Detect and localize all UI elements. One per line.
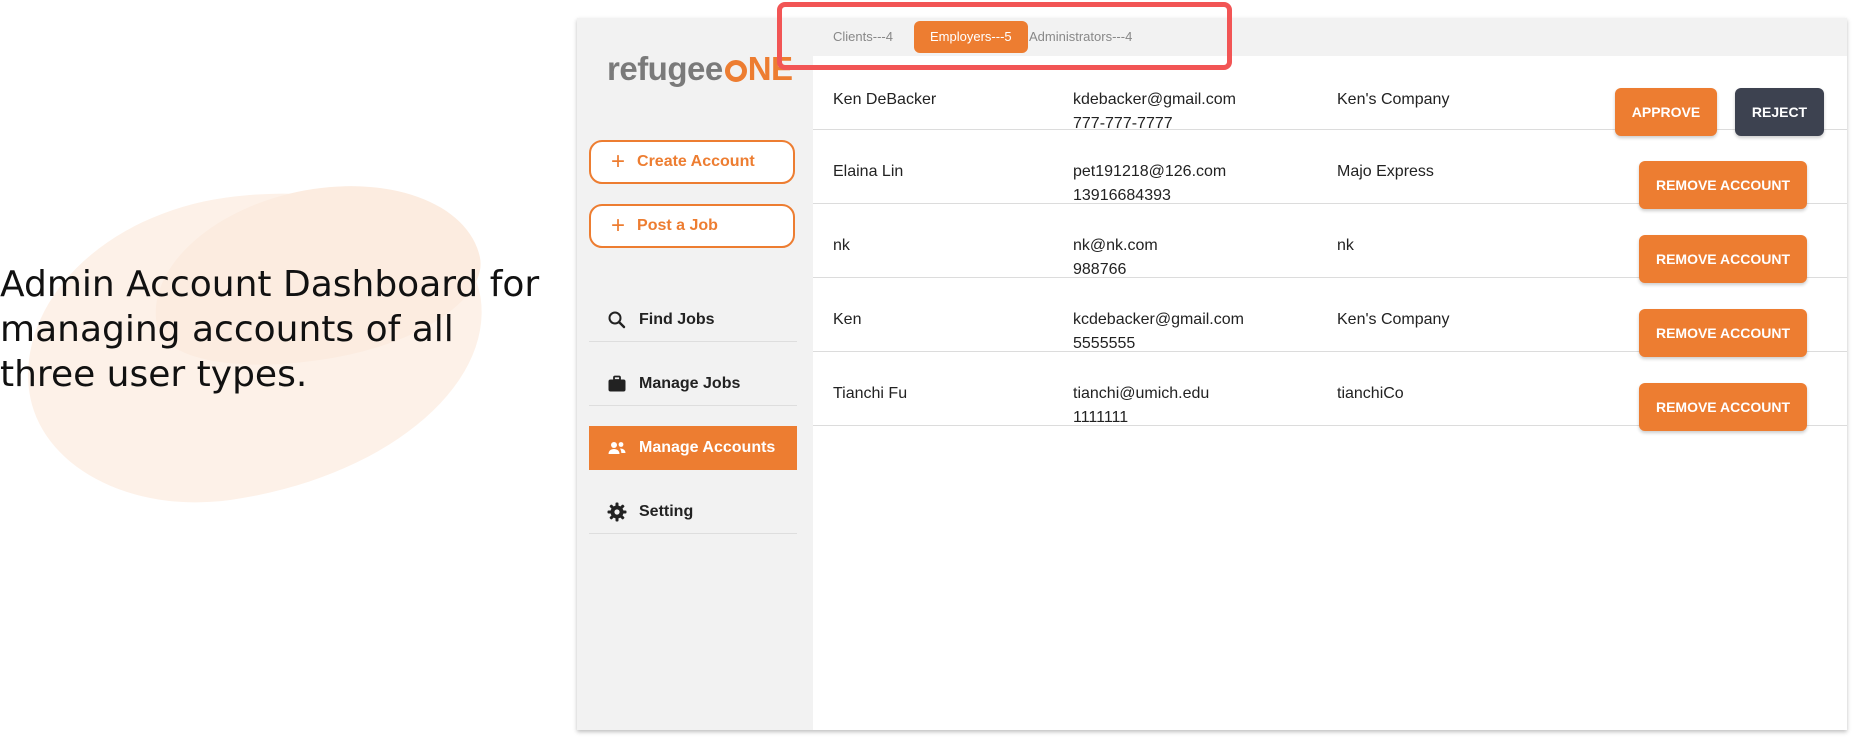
plus-icon: + xyxy=(611,212,626,239)
account-name: Elaina Lin xyxy=(833,163,904,180)
sidebar-item-manage-jobs[interactable]: Manage Jobs xyxy=(589,362,797,406)
main-content: Clients---4 Employers---5 Administrators… xyxy=(813,18,1847,730)
search-icon xyxy=(608,311,626,328)
users-icon xyxy=(608,442,626,454)
app-window: refugee NE + Create Account + Post a Job … xyxy=(577,18,1847,730)
account-company: Ken's Company xyxy=(1337,91,1450,108)
logo-accent-text: NE xyxy=(747,50,793,87)
table-row: Ken kcdebacker@gmail.com 5555555 Ken's C… xyxy=(813,278,1847,357)
slide-caption: Admin Account Dashboard for managing acc… xyxy=(0,264,540,395)
remove-account-button[interactable]: REMOVE ACCOUNT xyxy=(1639,309,1807,357)
sidebar-item-setting[interactable]: Setting xyxy=(589,490,797,534)
account-name: Tianchi Fu xyxy=(833,385,908,402)
remove-account-button[interactable]: REMOVE ACCOUNT xyxy=(1639,235,1807,283)
create-account-button[interactable]: + Create Account xyxy=(589,140,795,184)
tab-employers[interactable]: Employers---5 xyxy=(914,21,1028,53)
account-email: kdebacker@gmail.com xyxy=(1073,91,1236,108)
logo-text: refugee xyxy=(607,50,723,87)
tab-administrators[interactable]: Administrators---4 xyxy=(1013,21,1148,53)
account-name: nk xyxy=(833,237,850,254)
remove-account-button[interactable]: REMOVE ACCOUNT xyxy=(1639,383,1807,431)
account-phone: 1111111 xyxy=(1073,409,1129,426)
plus-icon: + xyxy=(611,148,626,175)
table-row: Tianchi Fu tianchi@umich.edu 1111111 tia… xyxy=(813,352,1847,431)
tab-clients[interactable]: Clients---4 xyxy=(817,21,909,53)
sidebar-item-label: Manage Jobs xyxy=(639,374,741,392)
account-company: nk xyxy=(1337,237,1354,254)
briefcase-icon xyxy=(608,375,626,391)
account-email: pet191218@126.com xyxy=(1073,163,1227,180)
reject-button[interactable]: REJECT xyxy=(1735,88,1824,136)
account-email: tianchi@umich.edu xyxy=(1073,385,1210,402)
approve-button[interactable]: APPROVE xyxy=(1615,88,1717,136)
remove-account-button[interactable]: REMOVE ACCOUNT xyxy=(1639,161,1807,209)
logo: refugee NE xyxy=(607,50,793,88)
gear-icon xyxy=(607,502,627,521)
account-name: Ken DeBacker xyxy=(833,91,937,108)
logo-o-icon xyxy=(724,60,747,82)
account-email: nk@nk.com xyxy=(1073,237,1158,254)
table-row: nk nk@nk.com 988766 nk REMOVE ACCOUNT xyxy=(813,204,1847,283)
post-job-label: Post a Job xyxy=(637,217,718,234)
sidebar-item-label: Setting xyxy=(639,502,694,520)
table-row: Elaina Lin pet191218@126.com 13916684393… xyxy=(813,130,1847,209)
sidebar: refugee NE + Create Account + Post a Job … xyxy=(577,18,813,730)
account-company: Majo Express xyxy=(1337,163,1434,180)
sidebar-item-find-jobs[interactable]: Find Jobs xyxy=(589,298,797,342)
account-email: kcdebacker@gmail.com xyxy=(1073,311,1244,328)
create-account-label: Create Account xyxy=(637,153,755,170)
sidebar-item-label: Manage Accounts xyxy=(639,439,776,456)
account-type-tabs: Clients---4 Employers---5 Administrators… xyxy=(813,18,1847,56)
account-company: tianchiCo xyxy=(1337,385,1404,402)
sidebar-item-label: Find Jobs xyxy=(639,310,715,328)
account-name: Ken xyxy=(833,311,862,328)
table-row: Ken DeBacker kdebacker@gmail.com 777-777… xyxy=(813,56,1847,136)
sidebar-item-manage-accounts[interactable]: Manage Accounts xyxy=(589,426,797,470)
account-company: Ken's Company xyxy=(1337,311,1450,328)
post-job-button[interactable]: + Post a Job xyxy=(589,204,795,248)
